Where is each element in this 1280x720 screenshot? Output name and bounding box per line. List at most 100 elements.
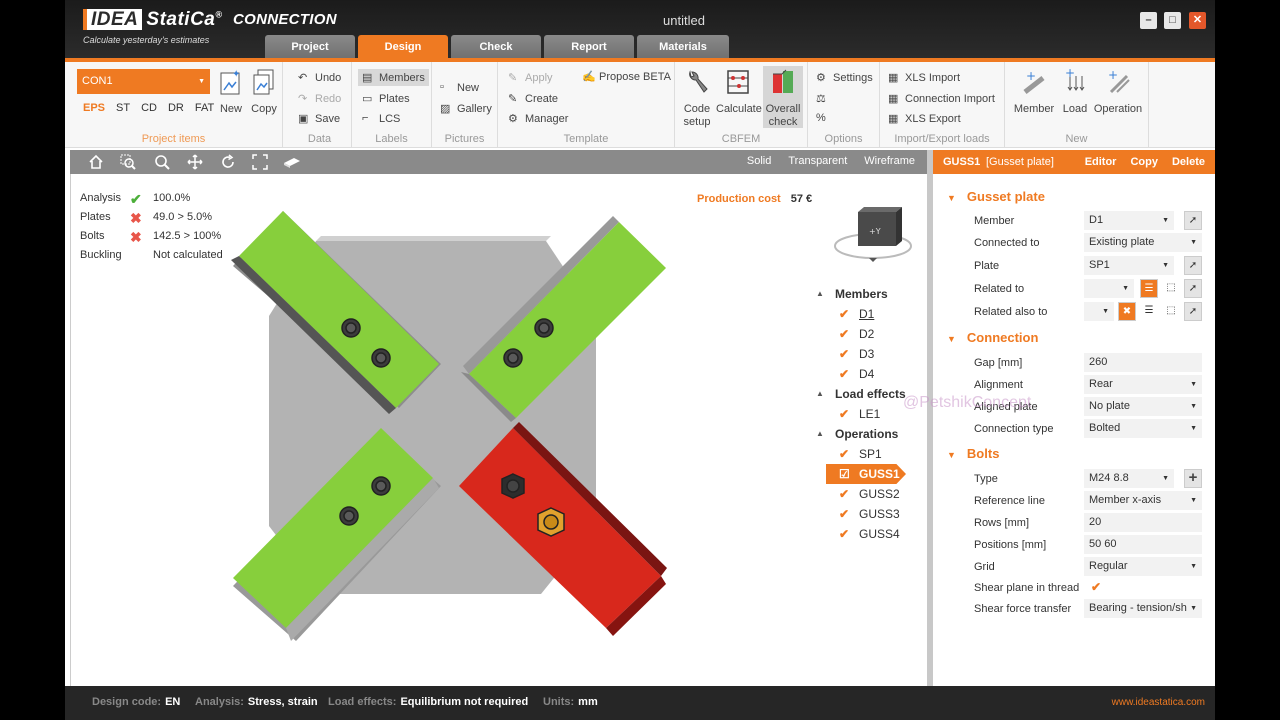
gallery-button[interactable]: ▨ Gallery (440, 102, 492, 116)
connection-select[interactable]: CON1 ▼ (77, 69, 210, 94)
redo-button[interactable]: ↷ Redo (298, 92, 341, 106)
website-link[interactable]: www.ideastatica.com (1112, 697, 1205, 708)
view-3d-icon[interactable] (282, 154, 302, 170)
apply-template-button[interactable]: ✎ Apply (508, 71, 553, 85)
connection-model[interactable] (221, 196, 671, 656)
checkbox-icon[interactable]: ✔ (839, 324, 849, 344)
tree-item-member[interactable]: ✔ D3 (816, 344, 926, 364)
shear-transfer-select[interactable]: Bearing - tension/sh (1084, 599, 1202, 618)
tree-item-member[interactable]: ✔ D2 (816, 324, 926, 344)
pick-related-icon[interactable]: ➚ (1184, 279, 1202, 298)
tab-report[interactable]: Report (544, 35, 634, 60)
labels-plates-toggle[interactable]: ▭ Plates (362, 92, 410, 106)
tree-group-members[interactable]: ▲ Members (816, 284, 926, 304)
xls-import-button[interactable]: ▦ XLS Import (888, 71, 960, 85)
related-also-select[interactable] (1084, 302, 1114, 321)
related-to-select[interactable] (1084, 279, 1134, 298)
checkbox-icon[interactable]: ☑ (839, 464, 850, 484)
minimize-button[interactable]: – (1140, 12, 1157, 29)
save-button[interactable]: ▣ Save (298, 112, 340, 126)
close-button[interactable]: ✕ (1189, 12, 1206, 29)
code-fat[interactable]: FAT (195, 102, 214, 114)
add-bolt-icon[interactable]: + (1184, 469, 1202, 488)
copy-connection-button[interactable]: Copy (248, 68, 280, 116)
section-connection[interactable]: ▼ Connection (947, 330, 1038, 345)
gap-input[interactable]: 260 (1084, 353, 1202, 372)
positions-input[interactable]: 50 60 (1084, 535, 1202, 554)
tab-design[interactable]: Design (358, 35, 448, 60)
code-st[interactable]: ST (116, 102, 130, 114)
checkbox-icon[interactable]: ✔ (839, 504, 849, 524)
section-gusset-plate[interactable]: ▼ Gusset plate (947, 189, 1045, 204)
view-solid[interactable]: Solid (747, 155, 771, 167)
tree-item-member[interactable]: ✔ D4 (816, 364, 926, 384)
zoom-window-icon[interactable] (120, 154, 136, 170)
zoom-icon[interactable] (154, 154, 170, 170)
code-cd[interactable]: CD (141, 102, 157, 114)
undo-button[interactable]: ↶ Undo (298, 71, 341, 85)
tab-project[interactable]: Project (265, 35, 355, 60)
template-manager-button[interactable]: ⚙ Manager (508, 112, 568, 126)
reference-line-select[interactable]: Member x-axis (1084, 491, 1202, 510)
view-wireframe[interactable]: Wireframe (864, 155, 915, 167)
code-dr[interactable]: DR (168, 102, 184, 114)
rotate-icon[interactable] (220, 154, 236, 170)
tree-item-member[interactable]: ✔ D1 (816, 304, 926, 324)
checkbox-icon[interactable]: ✔ (839, 304, 849, 324)
new-picture-button[interactable]: ▫ New (440, 81, 479, 94)
create-template-button[interactable]: ✎ Create (508, 92, 558, 106)
checkbox-icon[interactable]: ✔ (839, 344, 849, 364)
member-select[interactable]: D1 (1084, 211, 1174, 230)
new-operation-button[interactable]: + Operation (1091, 68, 1145, 116)
related-also-frame-icon[interactable]: ⬚ (1162, 302, 1180, 321)
related-also-edge-icon[interactable]: ☰ (1140, 302, 1158, 321)
rows-input[interactable]: 20 (1084, 513, 1202, 532)
pick-member-icon[interactable]: ➚ (1184, 211, 1202, 230)
pick-plate-icon[interactable]: ➚ (1184, 256, 1202, 275)
checkbox-icon[interactable]: ✔ (839, 524, 849, 544)
connected-to-select[interactable]: Existing plate (1084, 233, 1202, 252)
pick-related-also-icon[interactable]: ➚ (1184, 302, 1202, 321)
overall-check-button[interactable]: Overall check (763, 66, 803, 128)
tree-item-operation[interactable]: ✔ GUSS3 (816, 504, 926, 524)
xls-export-button[interactable]: ▦ XLS Export (888, 112, 961, 126)
editor-button[interactable]: Editor (1085, 156, 1117, 168)
aligned-plate-select[interactable]: No plate (1084, 397, 1202, 416)
balance-button[interactable]: ⚖ (816, 92, 829, 105)
tab-check[interactable]: Check (451, 35, 541, 60)
plate-select[interactable]: SP1 (1084, 256, 1174, 275)
navigation-cube[interactable]: +Y (831, 204, 921, 264)
grid-select[interactable]: Regular (1084, 557, 1202, 576)
pan-icon[interactable] (187, 154, 203, 170)
maximize-button[interactable]: □ (1164, 12, 1181, 29)
3d-viewport[interactable]: Analysis ✔ 100.0% Plates ✖ 49.0 > 5.0% Bolts… (70, 174, 927, 686)
view-transparent[interactable]: Transparent (788, 155, 847, 167)
connection-type-select[interactable]: Bolted (1084, 419, 1202, 438)
checkbox-icon[interactable]: ✔ (839, 484, 849, 504)
zoom-extents-icon[interactable] (252, 154, 268, 170)
code-eps[interactable]: EPS (83, 102, 105, 114)
tree-item-operation-selected[interactable]: ☑ GUSS1 (826, 464, 926, 484)
copy-button[interactable]: Copy (1130, 156, 1158, 168)
delete-button[interactable]: Delete (1172, 156, 1205, 168)
labels-lcs-toggle[interactable]: ⌐ LCS (362, 112, 400, 125)
bolt-type-select[interactable]: M24 8.8 (1084, 469, 1174, 488)
calculate-button[interactable]: Calculate (716, 68, 762, 116)
new-load-button[interactable]: + Load (1057, 66, 1093, 116)
labels-members-toggle[interactable]: ▤ Members (358, 69, 429, 86)
related-also-cross-icon[interactable]: ✖ (1118, 302, 1136, 321)
code-setup-button[interactable]: Code setup (679, 68, 715, 129)
checkbox-icon[interactable]: ✔ (839, 444, 849, 464)
alignment-select[interactable]: Rear (1084, 375, 1202, 394)
tree-item-operation[interactable]: ✔ GUSS4 (816, 524, 926, 544)
propose-template-button[interactable]: ✍ Propose BETA (582, 70, 671, 84)
new-connection-button[interactable]: ✦ New (215, 68, 247, 116)
section-bolts[interactable]: ▼ Bolts (947, 446, 999, 461)
checkbox-icon[interactable]: ✔ (839, 404, 849, 424)
tree-item-operation[interactable]: ✔ SP1 (816, 444, 926, 464)
home-icon[interactable] (88, 154, 104, 170)
settings-button[interactable]: ⚙ Settings (816, 71, 873, 85)
new-member-button[interactable]: + Member (1011, 68, 1057, 116)
related-edge-icon[interactable]: ☰ (1140, 279, 1158, 298)
shear-plane-checkbox[interactable]: ✔ (1091, 580, 1101, 594)
